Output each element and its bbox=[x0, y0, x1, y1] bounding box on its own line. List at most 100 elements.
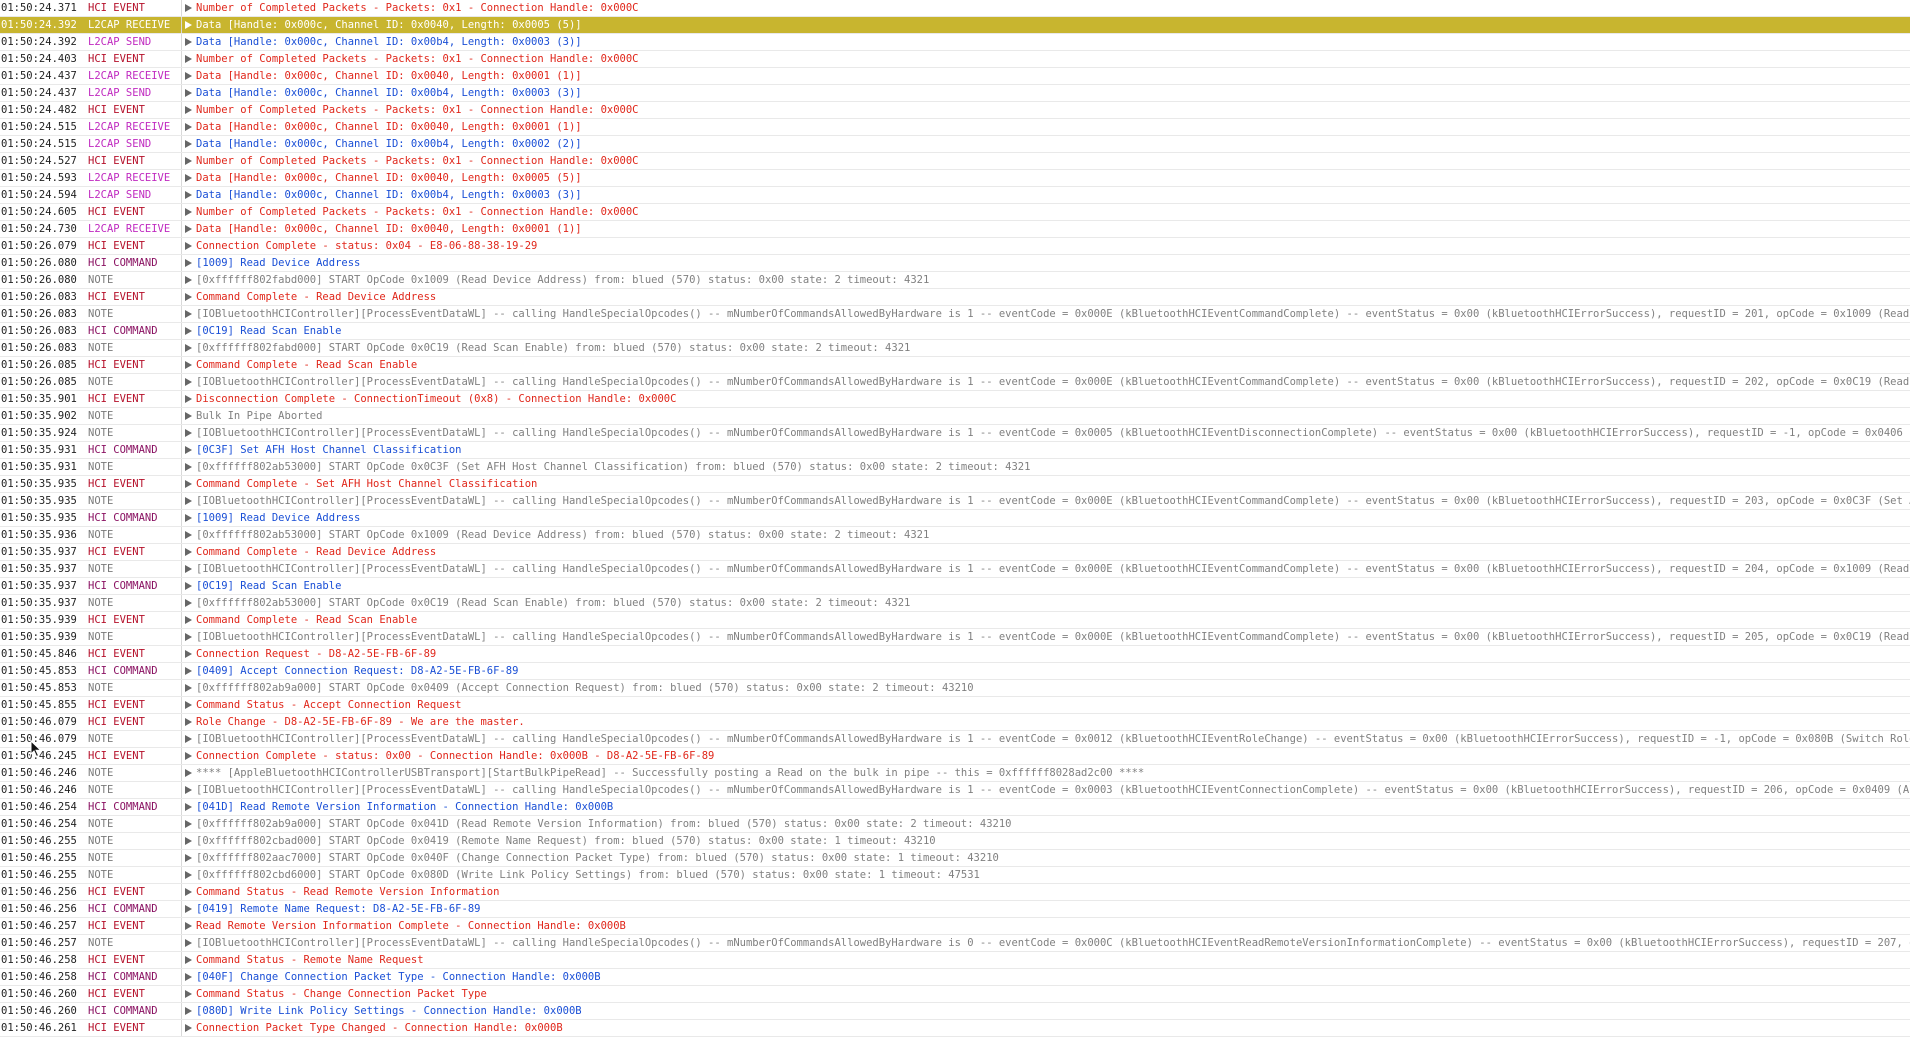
log-row[interactable]: 01:50:24.594 L2CAP SEND Data [Handle: 0x00… bbox=[0, 187, 1910, 204]
disclosure-triangle-icon[interactable] bbox=[185, 837, 192, 845]
disclosure-triangle-icon[interactable] bbox=[185, 803, 192, 811]
log-row[interactable]: 01:50:46.257 NOTE [IOBluetoothHCIControlle… bbox=[0, 935, 1910, 952]
disclosure-triangle-icon[interactable] bbox=[185, 446, 192, 454]
log-row[interactable]: 01:50:35.931 NOTE [0xffffff802ab53000] STA… bbox=[0, 459, 1910, 476]
log-row[interactable]: 01:50:26.083 NOTE [IOBluetoothHCIControlle… bbox=[0, 306, 1910, 323]
disclosure-triangle-icon[interactable] bbox=[185, 752, 192, 760]
disclosure-triangle-icon[interactable] bbox=[185, 310, 192, 318]
disclosure-triangle-icon[interactable] bbox=[185, 429, 192, 437]
log-row[interactable]: 01:50:46.254 NOTE [0xffffff802ab9a000] STA… bbox=[0, 816, 1910, 833]
log-row[interactable]: 01:50:26.080 NOTE [0xffffff802fabd000] STA… bbox=[0, 272, 1910, 289]
log-row[interactable]: 01:50:35.939 HCI EVENT Command Complete - … bbox=[0, 612, 1910, 629]
log-row[interactable]: 01:50:35.931 HCI COMMAND [0C3F] Set AFH Ho… bbox=[0, 442, 1910, 459]
log-row[interactable]: 01:50:24.392 L2CAP SEND Data [Handle: 0x00… bbox=[0, 34, 1910, 51]
log-row[interactable]: 01:50:24.527 HCI EVENT Number of Completed… bbox=[0, 153, 1910, 170]
log-row[interactable]: 01:50:35.902 NOTE Bulk In Pipe Aborted bbox=[0, 408, 1910, 425]
disclosure-triangle-icon[interactable] bbox=[185, 140, 192, 148]
log-row[interactable]: 01:50:24.437 L2CAP SEND Data [Handle: 0x00… bbox=[0, 85, 1910, 102]
disclosure-triangle-icon[interactable] bbox=[185, 616, 192, 624]
log-row[interactable]: 01:50:24.605 HCI EVENT Number of Completed… bbox=[0, 204, 1910, 221]
disclosure-triangle-icon[interactable] bbox=[185, 956, 192, 964]
disclosure-triangle-icon[interactable] bbox=[185, 276, 192, 284]
disclosure-triangle-icon[interactable] bbox=[185, 888, 192, 896]
disclosure-triangle-icon[interactable] bbox=[185, 89, 192, 97]
log-row[interactable]: 01:50:46.254 HCI COMMAND [041D] Read Remot… bbox=[0, 799, 1910, 816]
disclosure-triangle-icon[interactable] bbox=[185, 174, 192, 182]
disclosure-triangle-icon[interactable] bbox=[185, 650, 192, 658]
log-row[interactable]: 01:50:24.515 L2CAP RECEIVE Data [Handle: 0… bbox=[0, 119, 1910, 136]
log-row[interactable]: 01:50:46.255 NOTE [0xffffff802cbad000] STA… bbox=[0, 833, 1910, 850]
log-row[interactable]: 01:50:46.256 HCI EVENT Command Status - Re… bbox=[0, 884, 1910, 901]
disclosure-triangle-icon[interactable] bbox=[185, 208, 192, 216]
log-row[interactable]: 01:50:46.255 NOTE [0xffffff802aac7000] STA… bbox=[0, 850, 1910, 867]
disclosure-triangle-icon[interactable] bbox=[185, 463, 192, 471]
disclosure-triangle-icon[interactable] bbox=[185, 497, 192, 505]
disclosure-triangle-icon[interactable] bbox=[185, 480, 192, 488]
log-row[interactable]: 01:50:35.937 NOTE [0xffffff802ab53000] STA… bbox=[0, 595, 1910, 612]
log-row[interactable]: 01:50:35.939 NOTE [IOBluetoothHCIControlle… bbox=[0, 629, 1910, 646]
disclosure-triangle-icon[interactable] bbox=[185, 412, 192, 420]
disclosure-triangle-icon[interactable] bbox=[185, 531, 192, 539]
disclosure-triangle-icon[interactable] bbox=[185, 701, 192, 709]
disclosure-triangle-icon[interactable] bbox=[185, 242, 192, 250]
disclosure-triangle-icon[interactable] bbox=[185, 599, 192, 607]
log-row[interactable]: 01:50:24.593 L2CAP RECEIVE Data [Handle: 0… bbox=[0, 170, 1910, 187]
disclosure-triangle-icon[interactable] bbox=[185, 922, 192, 930]
disclosure-triangle-icon[interactable] bbox=[185, 820, 192, 828]
disclosure-triangle-icon[interactable] bbox=[185, 769, 192, 777]
disclosure-triangle-icon[interactable] bbox=[185, 514, 192, 522]
log-row[interactable]: 01:50:26.083 HCI COMMAND [0C19] Read Scan … bbox=[0, 323, 1910, 340]
log-row[interactable]: 01:50:35.924 NOTE [IOBluetoothHCIControlle… bbox=[0, 425, 1910, 442]
log-row[interactable]: 01:50:35.937 HCI EVENT Command Complete - … bbox=[0, 544, 1910, 561]
log-row[interactable]: 01:50:46.079 HCI EVENT Role Change - D8-A2… bbox=[0, 714, 1910, 731]
log-row-selected[interactable]: 01:50:24.392 L2CAP RECEIVE Data [Handle: 0… bbox=[0, 17, 1910, 34]
log-row[interactable]: 01:50:24.515 L2CAP SEND Data [Handle: 0x00… bbox=[0, 136, 1910, 153]
log-row[interactable]: 01:50:35.936 NOTE [0xffffff802ab53000] STA… bbox=[0, 527, 1910, 544]
disclosure-triangle-icon[interactable] bbox=[185, 973, 192, 981]
log-row[interactable]: 01:50:45.853 NOTE [0xffffff802ab9a000] STA… bbox=[0, 680, 1910, 697]
disclosure-triangle-icon[interactable] bbox=[185, 259, 192, 267]
log-row[interactable]: 01:50:46.256 HCI COMMAND [0419] Remote Nam… bbox=[0, 901, 1910, 918]
log-row[interactable]: 01:50:46.261 HCI EVENT Connection Packet T… bbox=[0, 1020, 1910, 1037]
disclosure-triangle-icon[interactable] bbox=[185, 990, 192, 998]
disclosure-triangle-icon[interactable] bbox=[185, 361, 192, 369]
log-row[interactable]: 01:50:46.258 HCI COMMAND [040F] Change Con… bbox=[0, 969, 1910, 986]
log-row[interactable]: 01:50:46.079 NOTE [IOBluetoothHCIControlle… bbox=[0, 731, 1910, 748]
disclosure-triangle-icon[interactable] bbox=[185, 72, 192, 80]
disclosure-triangle-icon[interactable] bbox=[185, 327, 192, 335]
disclosure-triangle-icon[interactable] bbox=[185, 718, 192, 726]
disclosure-triangle-icon[interactable] bbox=[185, 582, 192, 590]
log-row[interactable]: 01:50:46.260 HCI COMMAND [080D] Write Link… bbox=[0, 1003, 1910, 1020]
disclosure-triangle-icon[interactable] bbox=[185, 854, 192, 862]
disclosure-triangle-icon[interactable] bbox=[185, 55, 192, 63]
disclosure-triangle-icon[interactable] bbox=[185, 225, 192, 233]
log-row[interactable]: 01:50:26.079 HCI EVENT Connection Complete… bbox=[0, 238, 1910, 255]
log-row[interactable]: 01:50:24.403 HCI EVENT Number of Completed… bbox=[0, 51, 1910, 68]
log-row[interactable]: 01:50:46.260 HCI EVENT Command Status - Ch… bbox=[0, 986, 1910, 1003]
log-row[interactable]: 01:50:35.937 HCI COMMAND [0C19] Read Scan … bbox=[0, 578, 1910, 595]
log-row[interactable]: 01:50:45.846 HCI EVENT Connection Request … bbox=[0, 646, 1910, 663]
disclosure-triangle-icon[interactable] bbox=[185, 106, 192, 114]
log-row[interactable]: 01:50:26.085 NOTE [IOBluetoothHCIControlle… bbox=[0, 374, 1910, 391]
disclosure-triangle-icon[interactable] bbox=[185, 1007, 192, 1015]
log-row[interactable]: 01:50:46.246 NOTE [IOBluetoothHCIControlle… bbox=[0, 782, 1910, 799]
log-row[interactable]: 01:50:35.935 HCI COMMAND [1009] Read Devic… bbox=[0, 510, 1910, 527]
log-row[interactable]: 01:50:35.935 NOTE [IOBluetoothHCIControlle… bbox=[0, 493, 1910, 510]
log-row[interactable]: 01:50:24.437 L2CAP RECEIVE Data [Handle: 0… bbox=[0, 68, 1910, 85]
log-row[interactable]: 01:50:46.255 NOTE [0xffffff802cbd6000] STA… bbox=[0, 867, 1910, 884]
disclosure-triangle-icon[interactable] bbox=[185, 905, 192, 913]
disclosure-triangle-icon[interactable] bbox=[185, 667, 192, 675]
log-row[interactable]: 01:50:46.246 NOTE **** [AppleBluetoothHCIC… bbox=[0, 765, 1910, 782]
disclosure-triangle-icon[interactable] bbox=[185, 378, 192, 386]
disclosure-triangle-icon[interactable] bbox=[185, 684, 192, 692]
disclosure-triangle-icon[interactable] bbox=[185, 871, 192, 879]
log-row[interactable]: 01:50:26.083 HCI EVENT Command Complete - … bbox=[0, 289, 1910, 306]
disclosure-triangle-icon[interactable] bbox=[185, 4, 192, 12]
disclosure-triangle-icon[interactable] bbox=[185, 735, 192, 743]
log-row[interactable]: 01:50:35.901 HCI EVENT Disconnection Compl… bbox=[0, 391, 1910, 408]
disclosure-triangle-icon[interactable] bbox=[185, 38, 192, 46]
log-row[interactable]: 01:50:35.937 NOTE [IOBluetoothHCIControlle… bbox=[0, 561, 1910, 578]
disclosure-triangle-icon[interactable] bbox=[185, 565, 192, 573]
disclosure-triangle-icon[interactable] bbox=[185, 21, 192, 29]
packet-log-list[interactable]: 01:50:24.371 HCI EVENT Number of Completed… bbox=[0, 0, 1910, 1037]
